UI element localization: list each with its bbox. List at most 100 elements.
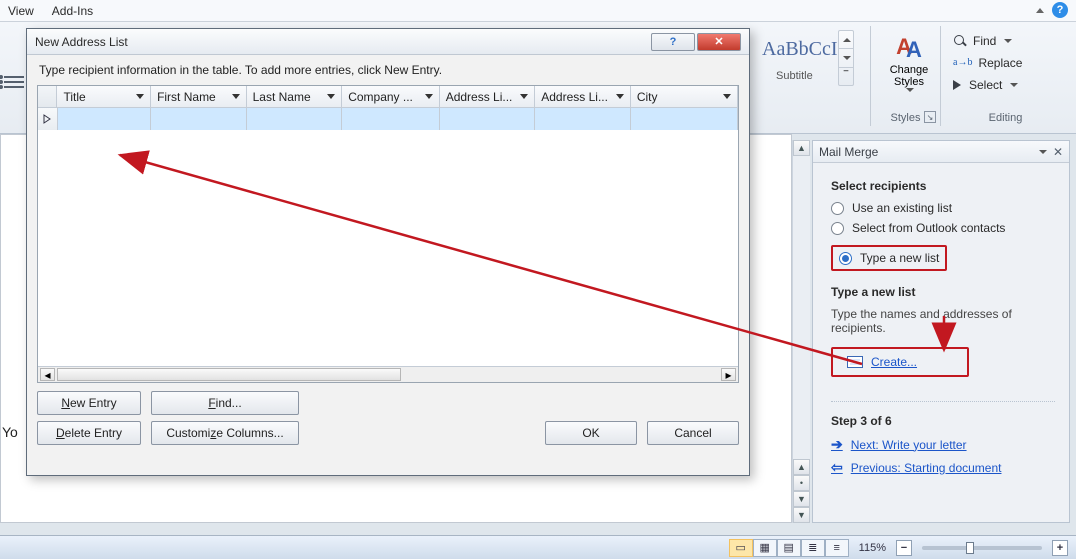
grid-cell[interactable] — [151, 108, 247, 130]
grid-cell[interactable] — [58, 108, 152, 130]
taskpane-close-icon[interactable]: ✕ — [1053, 145, 1063, 159]
dialog-instruction: Type recipient information in the table.… — [39, 63, 739, 77]
chevron-down-icon — [906, 88, 914, 92]
scroll-right-icon[interactable]: ▸ — [721, 368, 736, 381]
find-icon — [953, 34, 967, 48]
row-selector-header — [38, 86, 57, 107]
zoom-in-button[interactable]: + — [1052, 540, 1068, 556]
next-step-link[interactable]: ➔ Next: Write your letter — [831, 436, 1055, 453]
view-print-layout[interactable]: ▭ — [729, 539, 753, 557]
type-new-list-help: Type the names and addresses of recipien… — [831, 307, 1055, 335]
chevron-down-icon[interactable] — [425, 94, 433, 99]
create-link[interactable]: Create... — [847, 355, 917, 369]
change-styles-label: Change Styles — [881, 64, 937, 88]
grid-horizontal-scrollbar[interactable]: ◂ ▸ — [38, 366, 738, 382]
select-label: Select — [969, 78, 1002, 92]
scroll-left-icon[interactable]: ◂ — [40, 368, 55, 381]
grid-cell[interactable] — [535, 108, 631, 130]
status-bar: ▭ ▦ ▤ ≣ ≡ 115% − + — [0, 535, 1076, 559]
view-full-screen[interactable]: ▦ — [753, 539, 777, 557]
column-header[interactable]: Title — [57, 86, 151, 107]
menu-addins[interactable]: Add-Ins — [52, 4, 93, 18]
radio-outlook-contacts[interactable]: Select from Outlook contacts — [831, 221, 1055, 235]
new-entry-button[interactable]: New Entry — [37, 391, 141, 415]
zoom-percent[interactable]: 115% — [859, 542, 886, 554]
radio-icon — [831, 222, 844, 235]
column-header[interactable]: Company ... — [342, 86, 440, 107]
change-styles-button[interactable]: AA Change Styles — [881, 30, 937, 92]
dialog-help-button[interactable]: ? — [651, 33, 695, 51]
style-subtitle-label[interactable]: Subtitle — [776, 70, 813, 82]
bullets-icon[interactable] — [2, 72, 26, 92]
find-button[interactable]: Find — [951, 30, 1060, 52]
row-selector[interactable] — [38, 108, 58, 130]
chevron-down-icon[interactable] — [327, 94, 335, 99]
arrow-left-icon: ⇦ — [831, 459, 843, 476]
recipient-grid[interactable]: Title First Name Last NameCompany ... Addre… — [37, 85, 739, 383]
grid-cell[interactable] — [440, 108, 536, 130]
create-label: Create... — [871, 355, 917, 369]
zoom-out-button[interactable]: − — [896, 540, 912, 556]
styles-launcher-icon[interactable]: ↘ — [924, 111, 936, 123]
zoom-slider[interactable] — [922, 546, 1042, 550]
radio-type-new-list[interactable]: Type a new list — [839, 251, 939, 265]
chevron-down-icon[interactable] — [723, 94, 731, 99]
find-entry-button[interactable]: Find... — [151, 391, 299, 415]
chevron-down-icon — [1010, 83, 1018, 87]
radio-selected-icon — [839, 252, 852, 265]
select-button[interactable]: Select — [951, 74, 1060, 96]
editing-group-label: Editing — [941, 112, 1070, 124]
column-header-label: Title — [63, 90, 85, 104]
column-header-label: First Name — [157, 90, 216, 104]
help-icon[interactable]: ? — [1052, 2, 1068, 18]
ok-button[interactable]: OK — [545, 421, 637, 445]
radio-icon — [831, 202, 844, 215]
browse-object-icon[interactable]: • — [793, 475, 810, 491]
view-draft[interactable]: ≡ — [825, 539, 849, 557]
scroll-down-icon[interactable]: ▼ — [793, 507, 810, 523]
taskpane-title: Mail Merge — [819, 145, 878, 159]
customize-columns-button[interactable]: Customize Columns... — [151, 421, 299, 445]
taskpane-menu-icon[interactable] — [1039, 150, 1047, 154]
new-address-list-dialog: New Address List ? ✕ Type recipient info… — [26, 28, 750, 476]
create-list-icon — [847, 356, 863, 368]
cursor-icon — [953, 80, 961, 90]
chevron-down-icon[interactable] — [616, 94, 624, 99]
column-header[interactable]: City — [631, 86, 738, 107]
column-header[interactable]: First Name — [151, 86, 247, 107]
view-web-layout[interactable]: ▤ — [777, 539, 801, 557]
menu-view[interactable]: View — [8, 4, 34, 18]
document-scrollbar[interactable]: ▲ ▲ • ▼ ▼ — [792, 140, 810, 523]
radio-existing-list[interactable]: Use an existing list — [831, 201, 1055, 215]
chevron-down-icon — [1004, 39, 1012, 43]
scroll-thumb[interactable] — [57, 368, 401, 381]
cancel-button[interactable]: Cancel — [647, 421, 739, 445]
browse-next-icon[interactable]: ▼ — [793, 491, 810, 507]
column-header[interactable]: Address Li... — [440, 86, 536, 107]
select-recipients-heading: Select recipients — [831, 179, 1055, 193]
chevron-down-icon[interactable] — [136, 94, 144, 99]
ribbon-minimize-icon[interactable] — [1036, 2, 1044, 18]
dialog-title: New Address List — [35, 35, 128, 49]
next-step-label: Next: Write your letter — [851, 438, 967, 452]
scroll-up-icon[interactable]: ▲ — [793, 140, 810, 156]
browse-prev-icon[interactable]: ▲ — [793, 459, 810, 475]
chevron-down-icon[interactable] — [520, 94, 528, 99]
column-header-label: Address Li... — [446, 90, 513, 104]
grid-cell[interactable] — [631, 108, 738, 130]
prev-step-link[interactable]: ⇦Previous: Starting document — [831, 459, 1055, 476]
dialog-close-button[interactable]: ✕ — [697, 33, 741, 51]
find-label: Find — [973, 34, 996, 48]
document-stray-text: Yo — [2, 424, 18, 440]
styles-gallery-scroll[interactable]: ‾ — [838, 30, 854, 86]
delete-entry-button[interactable]: Delete Entry — [37, 421, 141, 445]
grid-cell[interactable] — [247, 108, 343, 130]
arrow-right-icon: ➔ — [831, 436, 843, 453]
chevron-down-icon[interactable] — [232, 94, 240, 99]
zoom-thumb[interactable] — [966, 542, 974, 554]
replace-button[interactable]: a→b Replace — [951, 52, 1060, 74]
column-header[interactable]: Last Name — [247, 86, 343, 107]
view-outline[interactable]: ≣ — [801, 539, 825, 557]
column-header[interactable]: Address Li... — [535, 86, 631, 107]
grid-cell[interactable] — [342, 108, 439, 130]
